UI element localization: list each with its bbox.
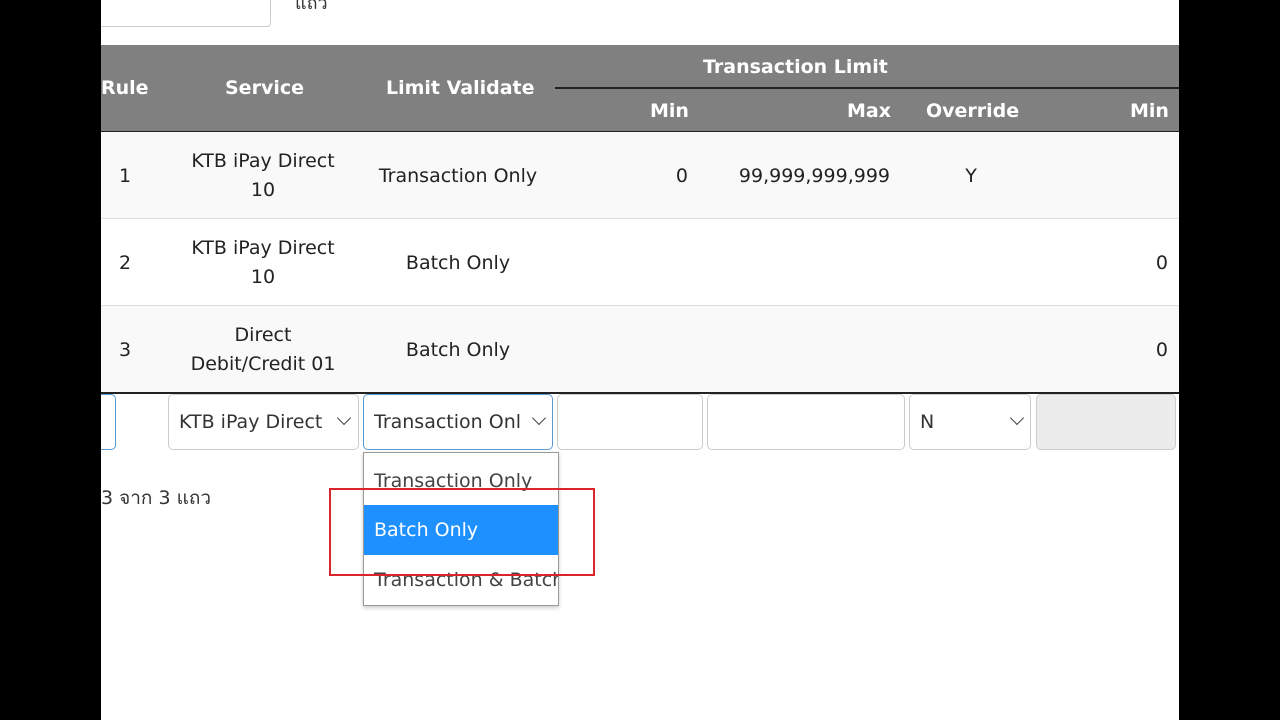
table-row[interactable]: 2 KTB iPay Direct 10 Batch Only 0: [101, 219, 1179, 306]
header-service: Service: [225, 77, 304, 99]
override-select-value: N: [920, 411, 935, 433]
table-row[interactable]: 1 KTB iPay Direct 10 Transaction Only 0 …: [101, 132, 1179, 219]
header-divider: [555, 87, 1179, 89]
cell-service-line1: KTB iPay Direct: [191, 237, 335, 259]
cell-service-line2: Debit/Credit 01: [190, 353, 336, 375]
option-transaction-only[interactable]: Transaction Only: [364, 456, 558, 506]
service-select-value: KTB iPay Direct: [179, 411, 323, 433]
header-min: Min: [650, 100, 689, 122]
header-limit-validate: Limit Validate: [386, 77, 535, 99]
page-viewport: แถว Rule Service Limit Validate Transact…: [101, 0, 1179, 720]
cell-min-2: 0: [1155, 339, 1168, 361]
header-min-2: Min: [1130, 100, 1169, 122]
cell-service-line1: Direct: [234, 324, 292, 346]
cell-rule: 1: [119, 165, 132, 187]
page-size-input[interactable]: [101, 0, 271, 27]
override-select[interactable]: N: [909, 394, 1031, 450]
rows-label: แถว: [295, 0, 328, 14]
cell-limit-validate: Batch Only: [405, 339, 511, 361]
cell-service-line2: 10: [250, 179, 276, 201]
service-select[interactable]: KTB iPay Direct: [168, 394, 359, 450]
option-transaction-and-batch[interactable]: Transaction & Batch: [364, 555, 558, 605]
chevron-down-icon: [1009, 410, 1025, 426]
row-count-text: 3 จาก 3 แถว: [101, 487, 212, 509]
cell-limit-validate: Batch Only: [405, 252, 511, 274]
chevron-down-icon: [336, 410, 352, 426]
limit-validate-select-value: Transaction Onl: [374, 411, 522, 433]
header-override: Override: [926, 100, 1020, 122]
header-transaction-limit: Transaction Limit: [703, 56, 888, 78]
cell-service-line1: KTB iPay Direct: [191, 150, 335, 172]
cell-override: Y: [965, 165, 977, 187]
cell-min: 0: [675, 165, 688, 187]
chevron-down-icon: [531, 410, 547, 426]
rule-input[interactable]: [101, 394, 116, 450]
min-input[interactable]: [557, 394, 703, 450]
table-row[interactable]: 3 Direct Debit/Credit 01 Batch Only 0: [101, 306, 1179, 394]
cell-limit-validate: Transaction Only: [378, 165, 538, 187]
min-2-input[interactable]: [1036, 394, 1176, 450]
cell-rule: 3: [119, 339, 132, 361]
option-batch-only[interactable]: Batch Only: [364, 505, 558, 555]
cell-rule: 2: [119, 252, 132, 274]
cell-service-line2: 10: [250, 266, 276, 288]
cell-min-2: 0: [1155, 252, 1168, 274]
cell-max: 99,999,999,999: [738, 165, 890, 187]
max-input[interactable]: [707, 394, 905, 450]
table-header: Rule Service Limit Validate Transaction …: [101, 45, 1179, 133]
limit-validate-select[interactable]: Transaction Onl: [363, 394, 553, 450]
header-max: Max: [847, 100, 891, 122]
header-rule: Rule: [101, 77, 149, 99]
limit-validate-dropdown: Transaction Only Batch Only Transaction …: [363, 452, 559, 606]
